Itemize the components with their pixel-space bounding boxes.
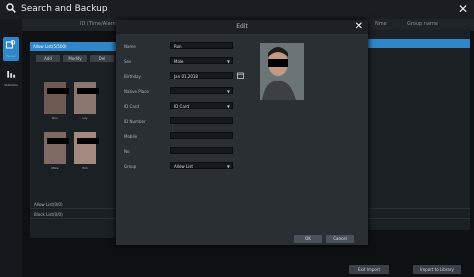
nav-statistics-button[interactable]: Statistics — [3, 66, 19, 90]
delete-button[interactable]: Del — [90, 55, 114, 62]
id-card-value: ID Card — [174, 104, 189, 109]
number-label: No. — [124, 149, 131, 154]
sex-label: Sex — [124, 59, 132, 64]
edit-dialog: Edit ✕ Name Ron Sex Male ▼ Birthday Jan … — [116, 20, 368, 245]
name-field[interactable]: Ron — [170, 42, 233, 49]
ok-button[interactable]: OK — [294, 235, 322, 243]
dialog-title: Edit — [236, 23, 248, 30]
mobile-field[interactable] — [170, 132, 233, 139]
title-bar: Search and Backup ✕ — [0, 0, 474, 19]
mobile-label: Mobile — [124, 134, 138, 139]
redaction-bar — [47, 138, 69, 144]
chevron-down-icon: ▼ — [226, 59, 230, 64]
id-card-label: ID Card — [124, 104, 139, 109]
modify-button[interactable]: Modify — [63, 55, 87, 62]
nav-person-button[interactable]: Person — [3, 37, 19, 61]
birthday-field[interactable]: Jan 01,2018 — [170, 72, 233, 79]
face-caption: Tom — [81, 166, 89, 170]
name-label: Name — [124, 44, 136, 49]
redaction-bar — [268, 59, 288, 67]
group-value: Allow List — [174, 164, 193, 169]
native-place-label: Native Place — [124, 89, 149, 94]
header-col-name: Nme — [375, 21, 387, 27]
face-caption: Ron — [52, 116, 58, 120]
nav-person-label: Person — [5, 54, 17, 58]
window-title: Search and Backup — [21, 4, 108, 14]
dialog-title-bar: Edit ✕ — [116, 20, 368, 34]
face-thumbnail[interactable] — [44, 82, 69, 114]
exit-import-button[interactable]: Exit Import — [349, 265, 389, 274]
face-caption: Mike — [51, 166, 59, 170]
group-header[interactable]: Allow List(5/500) — [30, 42, 120, 51]
add-button[interactable]: Add — [36, 55, 60, 62]
redaction-bar — [77, 88, 99, 94]
id-card-select[interactable]: ID Card ▼ — [170, 102, 233, 109]
number-field[interactable] — [170, 147, 233, 154]
search-icon — [6, 3, 16, 13]
calendar-icon[interactable] — [237, 72, 244, 79]
face-caption: Lily — [82, 116, 88, 120]
face-photo[interactable] — [260, 43, 304, 100]
face-thumbnail[interactable] — [44, 132, 69, 164]
person-photo — [260, 43, 304, 100]
group-label: Group — [124, 164, 137, 169]
id-number-label: ID Number — [124, 119, 146, 124]
chevron-down-icon: ▼ — [226, 89, 230, 94]
results-selection-bar[interactable] — [360, 39, 470, 48]
window-close-icon[interactable]: ✕ — [458, 2, 468, 16]
chevron-down-icon: ▼ — [226, 164, 230, 169]
side-navigation: Person Statistics — [0, 19, 22, 277]
person-search-icon — [6, 40, 16, 49]
face-thumbnail[interactable] — [74, 82, 99, 114]
group-select[interactable]: Allow List ▼ — [170, 162, 233, 169]
redaction-bar — [47, 88, 69, 94]
sex-select[interactable]: Male ▼ — [170, 57, 233, 64]
dialog-close-icon[interactable]: ✕ — [355, 21, 363, 32]
import-library-button[interactable]: Import to Library — [413, 265, 461, 274]
nav-statistics-label: Statistics — [4, 83, 18, 87]
birthday-label: Birthday — [124, 74, 141, 79]
native-place-select[interactable]: ▼ — [170, 87, 233, 94]
bar-chart-icon — [7, 71, 16, 78]
face-thumbnail[interactable] — [74, 132, 99, 164]
cancel-button[interactable]: Cancel — [326, 235, 354, 243]
redaction-bar — [77, 138, 99, 144]
header-col-group: Group name — [407, 21, 438, 27]
id-number-field[interactable] — [170, 117, 233, 124]
sex-value: Male — [174, 59, 184, 64]
chevron-down-icon: ▼ — [226, 104, 230, 109]
